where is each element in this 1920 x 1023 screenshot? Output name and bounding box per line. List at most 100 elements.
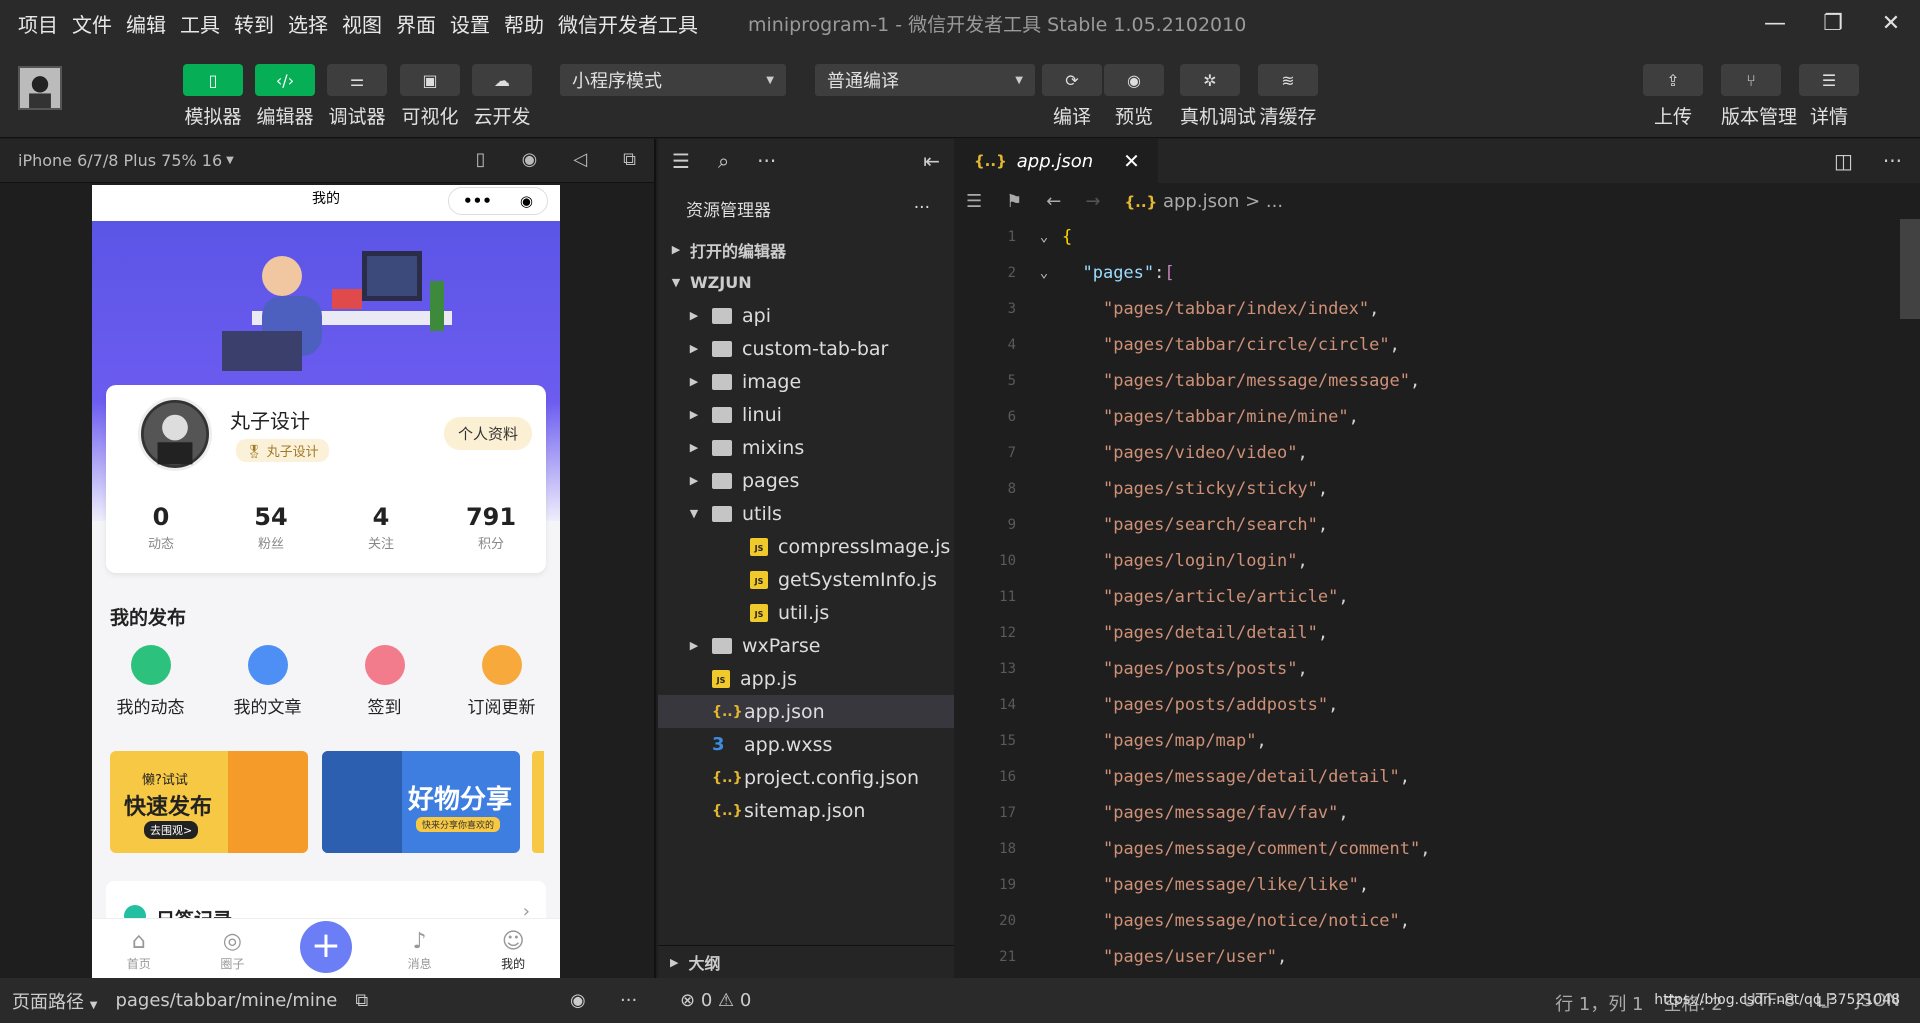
folder-item[interactable]: ▶ image: [658, 365, 954, 398]
stat-item[interactable]: 791 积分: [451, 503, 531, 552]
folder-item[interactable]: ▼ utils: [658, 497, 954, 530]
maximize-icon[interactable]: ❐: [1804, 0, 1862, 46]
quick-action[interactable]: 签到: [335, 645, 435, 718]
tab-item[interactable]: ◎ 圈子: [202, 929, 262, 972]
menu-item[interactable]: 选择: [288, 9, 328, 38]
banner-quick-publish[interactable]: 懒?试试 快速发布 去围观>: [110, 751, 308, 853]
problems-indicator[interactable]: ⊗ 0 ⚠ 0: [680, 990, 751, 1011]
more-icon[interactable]: ···: [757, 149, 776, 173]
menu-item[interactable]: 文件: [72, 9, 112, 38]
stat-item[interactable]: 0 动态: [121, 503, 201, 552]
file-item[interactable]: JS app.js: [658, 662, 954, 695]
capsule-menu[interactable]: ••• ◉: [448, 187, 548, 215]
phone-icon[interactable]: ▯: [476, 149, 486, 170]
popout-icon[interactable]: ⧉: [623, 149, 636, 170]
open-editors-section[interactable]: ▶ 打开的编辑器: [658, 233, 954, 266]
cursor-position[interactable]: 行 1，列 1: [1555, 990, 1643, 1016]
back-icon[interactable]: ←: [1046, 191, 1061, 212]
section-label: 大纲: [688, 954, 721, 973]
folder-item[interactable]: ▶ mixins: [658, 431, 954, 464]
scrollbar[interactable]: [1900, 219, 1920, 319]
more-icon[interactable]: ···: [914, 198, 930, 218]
close-icon[interactable]: ✕: [1862, 0, 1920, 46]
toolbar-button[interactable]: ▣ 可视化: [400, 64, 460, 129]
forward-icon[interactable]: →: [1085, 191, 1100, 212]
fold-icon[interactable]: ⌄: [1026, 265, 1062, 281]
close-icon[interactable]: ✕: [1123, 149, 1140, 173]
page-path-select[interactable]: 页面路径 ▼: [12, 988, 97, 1014]
record-icon[interactable]: ◉: [522, 149, 538, 170]
folder-item[interactable]: ▶ pages: [658, 464, 954, 497]
folder-item[interactable]: ▶ api: [658, 299, 954, 332]
bookmark-icon[interactable]: ⚑: [1006, 191, 1022, 212]
stat-item[interactable]: 54 粉丝: [231, 503, 311, 552]
toolbar-action[interactable]: ✲ 真机调试: [1180, 64, 1256, 129]
toolbar-right-action[interactable]: ⑂ 版本管理: [1721, 64, 1797, 129]
copy-icon[interactable]: ⧉: [355, 990, 368, 1011]
quick-action[interactable]: 我的文章: [218, 645, 318, 718]
project-section[interactable]: ▼ WZJUN: [658, 266, 954, 299]
list-icon[interactable]: ☰: [966, 191, 982, 212]
user-avatar[interactable]: [18, 66, 62, 110]
file-item[interactable]: JS getSystemInfo.js: [658, 563, 954, 596]
mode-select[interactable]: 小程序模式 ▼: [560, 64, 786, 96]
toolbar-right-action[interactable]: ⇪ 上传: [1643, 64, 1703, 129]
menu-item[interactable]: 编辑: [126, 9, 166, 38]
toolbar-right-action[interactable]: ☰ 详情: [1799, 64, 1859, 129]
toolbar-action[interactable]: ◉ 预览: [1104, 64, 1164, 129]
section-label: 打开的编辑器: [690, 241, 787, 261]
quick-action[interactable]: 订阅更新: [452, 645, 552, 718]
split-editor-icon[interactable]: ◫: [1834, 149, 1853, 173]
toolbar-action[interactable]: ⟳ 编译: [1042, 64, 1102, 129]
tab-item[interactable]: ♪ 消息: [390, 929, 450, 972]
menu-item[interactable]: 微信开发者工具: [558, 9, 698, 38]
folder-item[interactable]: ▶ wxParse: [658, 629, 954, 662]
toolbar-button[interactable]: ▯ 模拟器: [183, 64, 243, 129]
file-item[interactable]: {..} sitemap.json: [658, 794, 954, 827]
profile-button[interactable]: 个人资料: [443, 417, 532, 450]
file-item[interactable]: JS compressImage.js: [658, 530, 954, 563]
menu-item[interactable]: 帮助: [504, 9, 544, 38]
more-icon[interactable]: ···: [1883, 149, 1902, 173]
add-post-button[interactable]: +: [300, 921, 352, 973]
outline-section[interactable]: ▶ 大纲: [658, 945, 954, 978]
more-dots-icon[interactable]: •••: [463, 187, 492, 215]
banner-button[interactable]: 去围观>: [144, 821, 199, 839]
code-area[interactable]: 1 ⌄{2 ⌄ "pages": [3 " pages/tabbar/index/in…: [956, 219, 1920, 978]
minimize-icon[interactable]: —: [1746, 0, 1804, 46]
tab-item[interactable]: ☺ 我的: [483, 929, 543, 972]
volume-icon[interactable]: ◁: [573, 149, 587, 170]
search-icon[interactable]: ⌕: [718, 149, 729, 173]
file-item[interactable]: JS util.js: [658, 596, 954, 629]
menu-item[interactable]: 工具: [180, 9, 220, 38]
toolbar-button[interactable]: ☁ 云开发: [472, 64, 532, 129]
folder-item[interactable]: ▶ custom-tab-bar: [658, 332, 954, 365]
tab-app-json[interactable]: {..} app.json ✕: [956, 139, 1158, 183]
file-item[interactable]: {..} project.config.json: [658, 761, 954, 794]
file-item[interactable]: {..} app.json: [658, 695, 954, 728]
menu-item[interactable]: 设置: [450, 9, 490, 38]
stat-item[interactable]: 4 关注: [341, 503, 421, 552]
eye-icon[interactable]: ◉: [570, 990, 586, 1011]
toolbar-action[interactable]: ≋ 清缓存: [1258, 64, 1318, 129]
device-select[interactable]: iPhone 6/7/8 Plus 75% 16: [18, 151, 222, 170]
compile-select[interactable]: 普通编译 ▼: [815, 64, 1035, 96]
avatar[interactable]: [138, 397, 212, 471]
menu-item[interactable]: 转到: [234, 9, 274, 38]
fold-icon[interactable]: ⌄: [1026, 229, 1062, 245]
menu-item[interactable]: 视图: [342, 9, 382, 38]
file-item[interactable]: 3 app.wxss: [658, 728, 954, 761]
folder-item[interactable]: ▶ linui: [658, 398, 954, 431]
toolbar-button[interactable]: ⚌ 调试器: [327, 64, 387, 129]
banner-good-share[interactable]: 好物分享 快来分享你喜欢的: [322, 751, 520, 853]
collapse-panel-icon[interactable]: ⇤: [923, 149, 940, 173]
breadcrumb-path[interactable]: {..} app.json > ...: [1124, 191, 1283, 212]
toolbar-button[interactable]: ‹/› 编辑器: [255, 64, 315, 129]
menu-item[interactable]: 界面: [396, 9, 436, 38]
close-target-icon[interactable]: ◉: [520, 187, 533, 215]
more-icon[interactable]: ···: [620, 990, 637, 1011]
menu-item[interactable]: 项目: [18, 9, 58, 38]
list-icon[interactable]: ☰: [672, 149, 690, 173]
tab-item[interactable]: ⌂ 首页: [109, 929, 169, 972]
quick-action[interactable]: 我的动态: [101, 645, 201, 718]
